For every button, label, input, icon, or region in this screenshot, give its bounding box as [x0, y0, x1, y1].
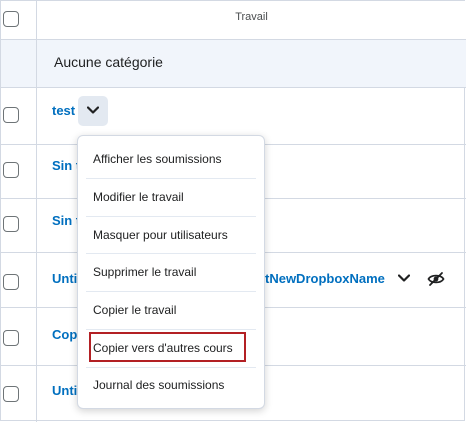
menu-item-view-submissions[interactable]: Afficher les soumissions	[78, 141, 264, 178]
assignment-link[interactable]: test	[52, 103, 75, 118]
column-header-travail: Travail	[235, 11, 268, 23]
assignment-link[interactable]: Sin t	[52, 158, 80, 173]
menu-item-submissions-log[interactable]: Journal des soumissions	[78, 367, 264, 404]
chevron-down-icon	[87, 106, 99, 114]
chevron-down-icon[interactable]	[398, 274, 410, 283]
column-divider	[36, 1, 37, 422]
hidden-eye-icon[interactable]	[427, 271, 445, 287]
assignment-actions-menu: Afficher les soumissions Modifier le tra…	[77, 135, 265, 409]
assignment-link[interactable]: Unti	[52, 271, 77, 286]
menu-item-copy-assignment[interactable]: Copier le travail	[78, 292, 264, 329]
select-all-checkbox[interactable]	[3, 11, 19, 27]
row-checkbox[interactable]	[3, 216, 19, 232]
menu-item-delete-assignment[interactable]: Supprimer le travail	[78, 254, 264, 291]
category-title: Aucune catégorie	[54, 54, 163, 70]
row-checkbox[interactable]	[3, 162, 19, 178]
menu-item-hide-from-users[interactable]: Masquer pour utilisateurs	[78, 217, 264, 254]
row-checkbox[interactable]	[3, 386, 19, 402]
highlight-box	[89, 332, 246, 362]
divider	[1, 87, 466, 88]
assignment-actions-button[interactable]	[78, 96, 108, 126]
assignment-link-continued[interactable]: tNewDropboxName	[265, 271, 385, 286]
table-header: Travail	[1, 1, 466, 39]
assignment-link[interactable]: Sin t	[52, 213, 80, 228]
category-row: Aucune catégorie	[1, 40, 466, 87]
assignment-link[interactable]: Unti	[52, 383, 77, 398]
menu-item-edit-assignment[interactable]: Modifier le travail	[78, 179, 264, 216]
row-checkbox[interactable]	[3, 330, 19, 346]
row-checkbox[interactable]	[3, 274, 19, 290]
row-checkbox[interactable]	[3, 107, 19, 123]
